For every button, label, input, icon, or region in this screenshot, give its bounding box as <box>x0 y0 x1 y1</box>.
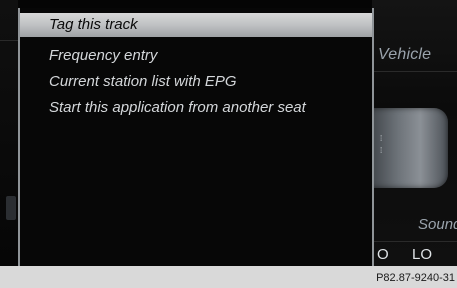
menu-item-frequency-entry[interactable]: Frequency entry <box>20 44 372 68</box>
sound-value-left: O <box>377 246 389 263</box>
vehicle-divider <box>374 71 457 72</box>
knob-marks: ⁞ ⁞ <box>380 134 383 155</box>
menu-item-label: Current station list with EPG <box>49 73 237 90</box>
figure-id: P82.87-9240-31 <box>376 272 455 284</box>
options-menu: Tag this track Frequency entry Current s… <box>18 8 374 266</box>
display-screen: Vehicle ⁞⁞ Sound O LO Tag this track Fre… <box>0 0 457 266</box>
sound-menu-label[interactable]: Sound <box>418 216 457 233</box>
left-divider <box>0 40 18 41</box>
menu-item-label: Tag this track <box>49 16 138 33</box>
sound-value-right: LO <box>412 246 433 263</box>
menu-item-start-from-another-seat[interactable]: Start this application from another seat <box>20 96 372 120</box>
menu-item-station-list-epg[interactable]: Current station list with EPG <box>20 70 372 94</box>
vehicle-menu-label[interactable]: Vehicle <box>378 46 431 64</box>
menu-item-tag-this-track[interactable]: Tag this track <box>20 13 372 37</box>
menu-item-label: Start this application from another seat <box>49 99 306 116</box>
menu-item-label: Frequency entry <box>49 47 158 64</box>
sound-divider <box>374 241 457 242</box>
left-tab-handle <box>6 196 16 220</box>
